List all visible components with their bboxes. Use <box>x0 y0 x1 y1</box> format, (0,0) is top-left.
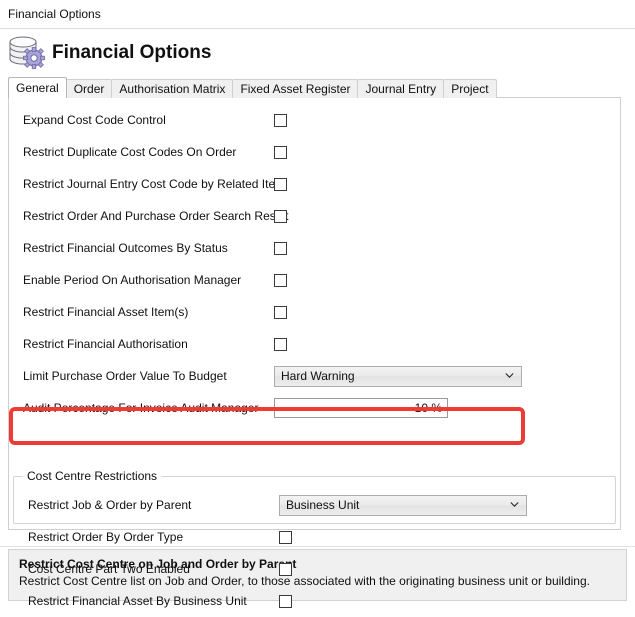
option-label: Restrict Duplicate Cost Codes On Order <box>23 145 237 159</box>
option-label: Enable Period On Authorisation Manager <box>23 273 242 287</box>
option-row-audit-percentage-for-invoice-audit-manager: Audit Percentage For Invoice Audit Manag… <box>9 392 620 424</box>
checkbox-enable-period-on-authorisation-manager[interactable] <box>274 273 287 287</box>
checkbox-box <box>274 113 287 127</box>
checkbox-restrict-financial-outcomes-by-status[interactable] <box>274 241 287 255</box>
checkbox-box <box>279 530 292 544</box>
tab-label: Fixed Asset Register <box>240 82 351 96</box>
checkbox-restrict-financial-asset-by-business-unit[interactable] <box>279 594 292 608</box>
checkbox-restrict-journal-entry-cost-code-by-related-item[interactable] <box>274 177 287 191</box>
checkbox-box <box>274 241 287 255</box>
chevron-down-icon <box>510 500 519 509</box>
cost-centre-options-list: Restrict Job & Order by Parent Business … <box>14 477 615 617</box>
checkbox-box <box>279 562 292 576</box>
checkbox-restrict-financial-authorisation[interactable] <box>274 337 287 351</box>
option-row-restrict-order-and-purchase-order-search-result: Restrict Order And Purchase Order Search… <box>9 200 620 232</box>
option-label: Restrict Financial Asset By Business Uni… <box>28 594 247 608</box>
option-row-enable-period-on-authorisation-manager: Enable Period On Authorisation Manager <box>9 264 620 296</box>
option-row-restrict-journal-entry-cost-code-by-related-item: Restrict Journal Entry Cost Code by Rela… <box>9 168 620 200</box>
coins-gear-icon <box>6 33 48 73</box>
option-label: Limit Purchase Order Value To Budget <box>23 369 227 383</box>
option-label: Expand Cost Code Control <box>23 113 166 127</box>
tab-strip: General Order Authorisation Matrix Fixed… <box>8 77 635 98</box>
combo-value: Business Unit <box>286 498 360 512</box>
tab-label: Order <box>73 82 105 96</box>
general-tab-panel: Expand Cost Code Control Restrict Duplic… <box>8 97 621 608</box>
window-title: Financial Options <box>8 7 101 21</box>
option-row-restrict-job-and-order-by-parent: Restrict Job & Order by Parent Business … <box>14 489 615 521</box>
tab-project[interactable]: Project <box>443 79 497 98</box>
combo-control[interactable]: Business Unit <box>279 494 527 516</box>
tab-fixed-asset-register[interactable]: Fixed Asset Register <box>232 79 359 98</box>
option-label: Restrict Order By Order Type <box>28 530 184 544</box>
option-row-restrict-order-by-order-type: Restrict Order By Order Type <box>14 521 615 553</box>
checkbox-box <box>274 305 287 319</box>
tab-label: Authorisation Matrix <box>119 82 226 96</box>
tab-label: Journal Entry <box>365 82 437 96</box>
option-label: Restrict Financial Authorisation <box>23 337 188 351</box>
checkbox-restrict-order-by-order-type[interactable] <box>279 530 292 544</box>
checkbox-box <box>274 273 287 287</box>
option-row-restrict-financial-outcomes-by-status: Restrict Financial Outcomes By Status <box>9 232 620 264</box>
combo-control[interactable]: Hard Warning <box>274 365 522 387</box>
option-label: Restrict Financial Outcomes By Status <box>23 241 228 255</box>
audit-percentage-value: 10 % <box>414 401 442 415</box>
checkbox-cost-centre-part-two-enabled[interactable] <box>279 562 292 576</box>
page-header: Financial Options <box>0 29 635 77</box>
checkbox-box <box>274 145 287 159</box>
cost-centre-restrictions-group: Cost Centre Restrictions Restrict Job & … <box>13 469 616 608</box>
checkbox-restrict-order-and-purchase-order-search-result[interactable] <box>274 209 287 223</box>
tab-journal-entry[interactable]: Journal Entry <box>357 79 445 98</box>
option-row-restrict-duplicate-cost-codes-on-order: Restrict Duplicate Cost Codes On Order <box>9 136 620 168</box>
checkbox-restrict-duplicate-cost-codes-on-order[interactable] <box>274 145 287 159</box>
checkbox-box <box>274 209 287 223</box>
input-audit-percentage[interactable]: 10 % <box>274 398 448 418</box>
audit-percentage-field[interactable]: 10 % <box>274 398 448 418</box>
combo-value: Hard Warning <box>281 369 355 383</box>
chevron-down-icon <box>505 371 514 380</box>
option-row-restrict-financial-asset-by-business-unit: Restrict Financial Asset By Business Uni… <box>14 585 615 617</box>
option-label: Cost Centre Part Two Enabled <box>28 562 190 576</box>
option-row-restrict-financial-authorisation: Restrict Financial Authorisation <box>9 328 620 360</box>
combo-restrict-job-and-order-by-parent[interactable]: Business Unit <box>279 494 527 516</box>
checkbox-box <box>274 337 287 351</box>
option-row-cost-centre-part-two-enabled: Cost Centre Part Two Enabled <box>14 553 615 585</box>
option-label: Restrict Journal Entry Cost Code by Rela… <box>23 177 286 191</box>
checkbox-expand-cost-code-control[interactable] <box>274 113 287 127</box>
group-legend: Cost Centre Restrictions <box>23 469 162 483</box>
checkbox-restrict-financial-asset-items[interactable] <box>274 305 287 319</box>
tab-authorisation-matrix[interactable]: Authorisation Matrix <box>111 79 234 98</box>
checkbox-box <box>279 594 292 608</box>
tab-order[interactable]: Order <box>65 79 113 98</box>
option-label: Restrict Job & Order by Parent <box>28 498 192 512</box>
page-title: Financial Options <box>52 42 212 63</box>
tab-label: General <box>16 81 59 95</box>
tab-label: Project <box>451 82 489 96</box>
general-options-list: Expand Cost Code Control Restrict Duplic… <box>9 98 620 424</box>
option-row-restrict-financial-asset-items: Restrict Financial Asset Item(s) <box>9 296 620 328</box>
option-row-limit-purchase-order-value-to-budget: Limit Purchase Order Value To Budget Har… <box>9 360 620 392</box>
combo-limit-purchase-order-value-to-budget[interactable]: Hard Warning <box>274 365 522 387</box>
option-label: Audit Percentage For Invoice Audit Manag… <box>23 401 259 415</box>
window-titlebar: Financial Options <box>0 0 635 28</box>
option-label: Restrict Order And Purchase Order Search… <box>23 209 289 223</box>
option-row-expand-cost-code-control: Expand Cost Code Control <box>9 104 620 136</box>
option-label: Restrict Financial Asset Item(s) <box>23 305 189 319</box>
tab-general[interactable]: General <box>8 77 67 98</box>
checkbox-box <box>274 177 287 191</box>
